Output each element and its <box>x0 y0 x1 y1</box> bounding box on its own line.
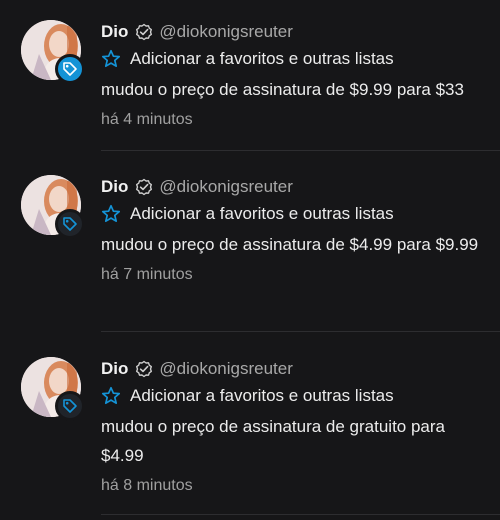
user-name[interactable]: Dio <box>101 22 128 42</box>
star-icon <box>101 49 121 69</box>
add-to-favorites-label: Adicionar a favoritos e outras listas <box>130 386 394 405</box>
user-name[interactable]: Dio <box>101 359 128 379</box>
notification-header: Dio @diokonigsreuter <box>101 358 486 380</box>
price-tag-icon <box>63 217 77 231</box>
avatar-container[interactable] <box>21 175 85 239</box>
avatar-container[interactable] <box>21 357 85 421</box>
notification-header: Dio @diokonigsreuter <box>101 21 486 43</box>
notification-message: mudou o preço de assinatura de $9.99 par… <box>101 80 464 99</box>
add-to-favorites-label: Adicionar a favoritos e outras listas <box>130 204 394 223</box>
notification-content: Dio @diokonigsreuter Adicionar a favorit… <box>101 21 486 132</box>
avatar-container[interactable] <box>21 20 85 84</box>
verified-icon <box>135 178 153 196</box>
notification-content: Dio @diokonigsreuter Adicionar a favorit… <box>101 176 486 287</box>
add-to-favorites-link[interactable]: Adicionar a favoritos e outras listas <box>101 47 486 71</box>
notification-message: mudou o preço de assinatura de gratuito … <box>101 417 446 465</box>
price-tag-icon <box>63 62 77 76</box>
notification-header: Dio @diokonigsreuter <box>101 176 486 198</box>
divider <box>101 514 500 515</box>
price-tag-badge <box>55 209 85 239</box>
notification-content: Dio @diokonigsreuter Adicionar a favorit… <box>101 358 486 498</box>
notification-message: mudou o preço de assinatura de $4.99 par… <box>101 235 479 254</box>
verified-icon <box>135 360 153 378</box>
user-name[interactable]: Dio <box>101 177 128 197</box>
user-handle[interactable]: @diokonigsreuter <box>159 177 293 197</box>
notification-time: há 8 minutos <box>101 477 193 494</box>
price-tag-badge <box>55 54 85 84</box>
add-to-favorites-link[interactable]: Adicionar a favoritos e outras listas <box>101 384 486 408</box>
star-icon <box>101 204 121 224</box>
add-to-favorites-label: Adicionar a favoritos e outras listas <box>130 49 394 68</box>
notification-feed: Dio @diokonigsreuter Adicionar a favorit… <box>0 0 500 520</box>
star-icon <box>101 386 121 406</box>
user-handle[interactable]: @diokonigsreuter <box>159 22 293 42</box>
verified-icon <box>135 23 153 41</box>
divider <box>101 331 500 332</box>
add-to-favorites-link[interactable]: Adicionar a favoritos e outras listas <box>101 202 486 226</box>
price-tag-icon <box>63 399 77 413</box>
notification-time: há 4 minutos <box>101 111 193 128</box>
price-tag-badge <box>55 391 85 421</box>
user-handle[interactable]: @diokonigsreuter <box>159 359 293 379</box>
notification-time: há 7 minutos <box>101 266 193 283</box>
divider <box>101 150 500 151</box>
